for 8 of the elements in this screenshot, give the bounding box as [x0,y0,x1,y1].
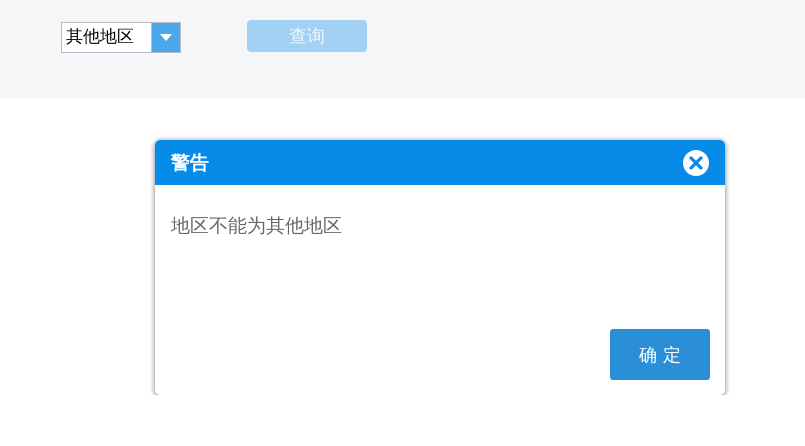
confirm-button[interactable]: 确 定 [610,329,710,380]
region-select[interactable]: 其他地区 [61,22,181,53]
close-icon[interactable] [688,154,704,170]
caret-icon[interactable] [151,23,180,52]
dialog-title: 警告 [171,150,209,176]
dialog-message: 地区不能为其他地区 [171,214,343,239]
region-select-value: 其他地区 [65,26,135,49]
close-button[interactable] [683,150,709,176]
